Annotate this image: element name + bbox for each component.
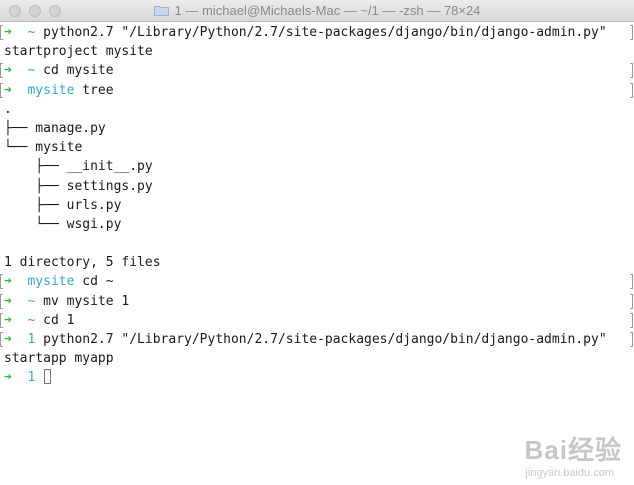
output-text: └── wsgi.py (4, 216, 122, 232)
window-title: 1 — michael@Michaels-Mac — ~/1 — -zsh — … (174, 3, 481, 18)
output-text: ├── urls.py (4, 197, 122, 213)
command-text: tree (82, 82, 114, 98)
command-text: cd 1 (43, 312, 75, 328)
output-text: └── mysite (4, 140, 83, 156)
prompt-directory: ~ (27, 63, 36, 79)
prompt-arrow-icon: ➜ (4, 332, 12, 347)
output-text: ├── __init__.py (4, 159, 153, 175)
output-line: └── mysite (4, 138, 634, 157)
prompt-directory: 1 (27, 332, 36, 347)
prompt-arrow-icon: ➜ (4, 82, 12, 98)
prompt-arrow-icon: ➜ (4, 274, 12, 290)
mark-bracket-left (0, 312, 3, 328)
output-text: ├── settings.py (4, 178, 153, 194)
mark-bracket-right (630, 312, 633, 328)
mark-bracket-left (0, 63, 3, 79)
command-text: cd ~ (82, 274, 114, 290)
command-text: cd mysite (43, 63, 114, 79)
output-line: └── wsgi.py (4, 215, 634, 234)
command-text: mv mysite 1 (43, 293, 130, 309)
output-text: 1 directory, 5 files (4, 255, 161, 271)
mark-bracket-right (630, 25, 633, 40)
output-text: startapp myapp (4, 351, 114, 367)
prompt-line: ➜ mysite cd ~ (0, 272, 634, 291)
folder-icon (153, 4, 169, 16)
prompt-directory: 1 (27, 370, 36, 386)
output-line: startapp myapp (4, 349, 634, 368)
output-line: ├── settings.py (4, 177, 634, 196)
prompt-arrow-icon: ➜ (4, 370, 12, 386)
terminal-content[interactable]: ➜ ~ python2.7 "/Library/Python/2.7/site-… (0, 23, 634, 485)
prompt-directory: ~ (27, 293, 36, 309)
mark-bracket-right (630, 332, 633, 347)
prompt-line: ➜ ~ cd mysite (0, 61, 634, 80)
text-cursor[interactable] (44, 369, 52, 385)
output-text: startproject mysite (4, 44, 153, 60)
mark-bracket-left (0, 25, 3, 40)
prompt-directory: ~ (27, 25, 36, 40)
prompt-arrow-icon: ➜ (4, 25, 12, 40)
mark-bracket-left (0, 293, 3, 309)
watermark-brand: Bai经验 (524, 435, 622, 465)
output-text: . (4, 101, 12, 117)
watermark-url: jingyan.baidu.com (525, 467, 614, 479)
mark-bracket-left (0, 82, 3, 98)
mark-bracket-right (630, 293, 633, 309)
terminal-window: 1 — michael@Michaels-Mac — ~/1 — -zsh — … (0, 0, 634, 485)
prompt-arrow-icon: ➜ (4, 63, 12, 79)
prompt-directory: ~ (27, 312, 36, 328)
mark-bracket-left (0, 274, 3, 290)
prompt-arrow-icon: ➜ (4, 312, 12, 328)
prompt-directory: mysite (27, 274, 75, 290)
mark-bracket-right (630, 63, 633, 79)
mark-bracket-left (0, 332, 3, 347)
mark-bracket-right (630, 82, 633, 98)
prompt-line: ➜ 1 python2.7 "/Library/Python/2.7/site-… (0, 330, 634, 349)
prompt-arrow-icon: ➜ (4, 293, 12, 309)
command-text: python2.7 "/Library/Python/2.7/site-pack… (43, 25, 607, 40)
output-line: startproject mysite (4, 42, 634, 61)
output-line: 1 directory, 5 files (4, 253, 634, 272)
title-bar[interactable]: 1 — michael@Michaels-Mac — ~/1 — -zsh — … (0, 0, 634, 22)
output-line: ├── manage.py (4, 119, 634, 138)
prompt-line: ➜ ~ cd 1 (0, 311, 634, 330)
output-line: ├── __init__.py (4, 157, 634, 176)
mark-bracket-right (630, 274, 633, 290)
output-text: ├── manage.py (4, 120, 106, 136)
prompt-line: ➜ ~ python2.7 "/Library/Python/2.7/site-… (0, 23, 634, 42)
watermark-logo: Bai经验 (525, 430, 622, 467)
output-line: . (4, 100, 634, 119)
prompt-line: ➜ ~ mv mysite 1 (0, 292, 634, 311)
command-text: python2.7 "/Library/Python/2.7/site-pack… (43, 332, 607, 347)
output-line: ├── urls.py (4, 196, 634, 215)
window-title-container: 1 — michael@Michaels-Mac — ~/1 — -zsh — … (0, 3, 634, 18)
current-prompt-line: ➜ 1 (4, 368, 634, 387)
prompt-directory: mysite (27, 82, 75, 98)
prompt-line: ➜ mysite tree (0, 81, 634, 100)
